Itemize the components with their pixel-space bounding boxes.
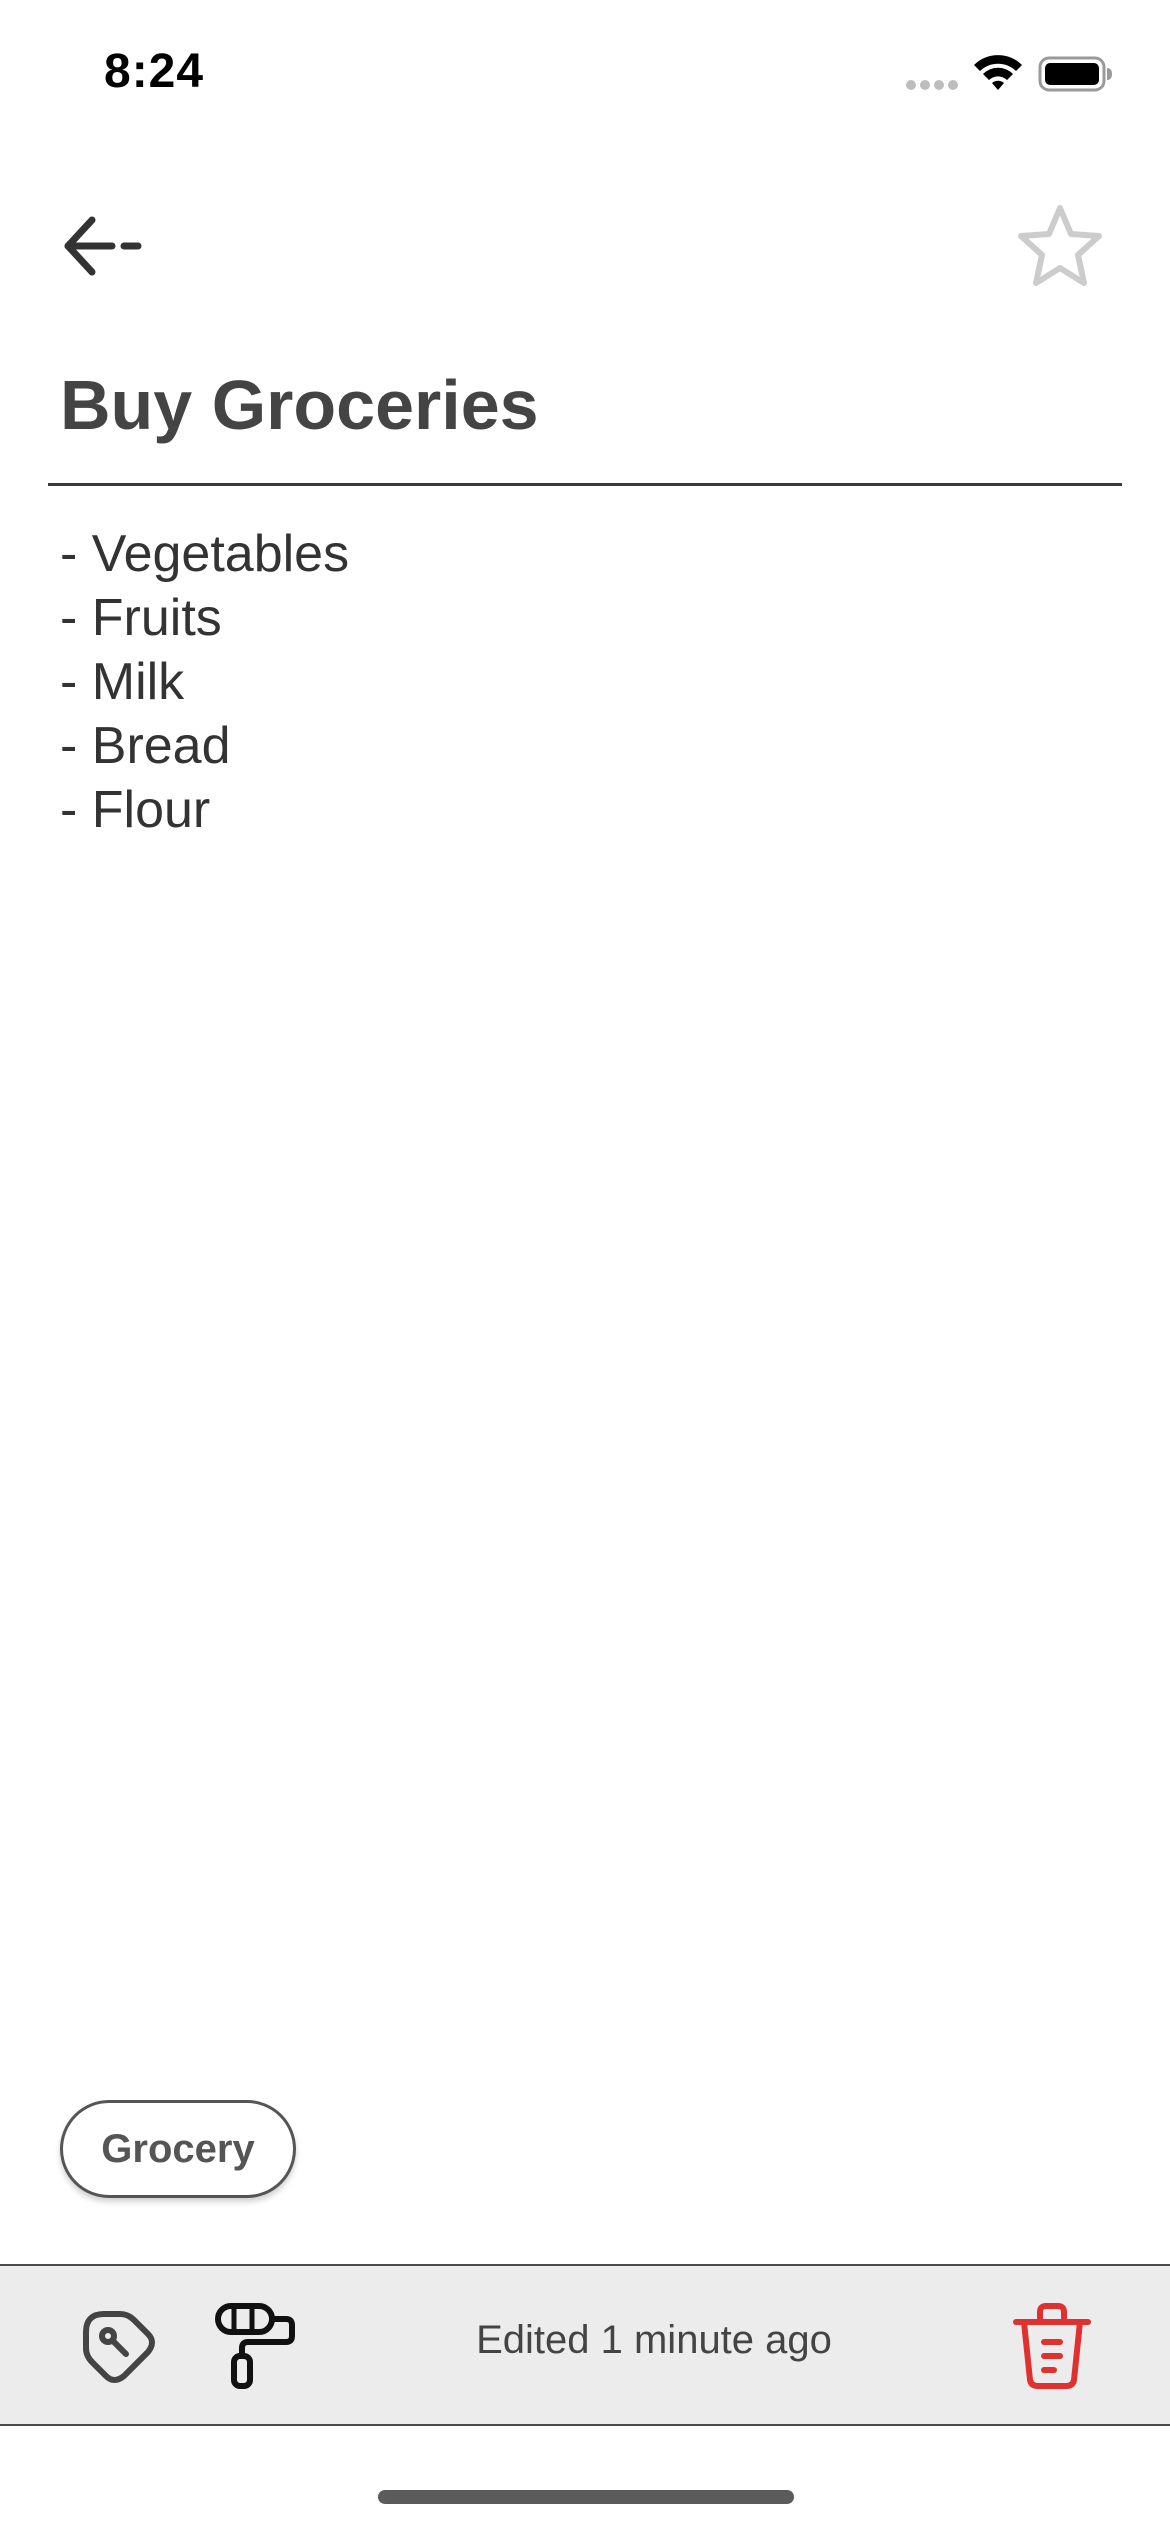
- note-line: - Fruits: [60, 589, 222, 647]
- delete-button[interactable]: [1010, 2300, 1094, 2392]
- tag-icon: [83, 2311, 155, 2383]
- trash-icon: [1013, 2303, 1091, 2389]
- color-button[interactable]: [212, 2300, 300, 2392]
- back-button[interactable]: [58, 206, 154, 286]
- bottom-toolbar: Edited 1 minute ago: [0, 2264, 1170, 2426]
- tag-button[interactable]: [76, 2304, 160, 2388]
- status-bar: 8:24: [0, 0, 1170, 150]
- arrow-left-icon: [64, 216, 142, 276]
- note-line: - Bread: [60, 717, 231, 775]
- cellular-signal-icon: [906, 80, 958, 90]
- note-body[interactable]: - Vegetables - Fruits - Milk - Bread - F…: [60, 522, 1110, 842]
- wifi-icon: [974, 55, 1022, 90]
- note-title[interactable]: Buy Groceries: [60, 360, 1110, 450]
- paint-roller-icon: [215, 2303, 295, 2389]
- battery-icon: [1038, 56, 1112, 92]
- favorite-button[interactable]: [1012, 200, 1108, 296]
- tag-chip-grocery[interactable]: Grocery: [60, 2100, 296, 2198]
- edited-status: Edited 1 minute ago: [476, 2318, 832, 2362]
- note-editor-screen: 8:24 Buy Groceries - Vegetables - Fruits…: [0, 0, 1170, 2532]
- status-time: 8:24: [104, 45, 205, 98]
- home-indicator[interactable]: [378, 2490, 794, 2504]
- note-line: - Vegetables: [60, 525, 350, 583]
- title-divider: [48, 483, 1122, 486]
- star-outline-icon: [1018, 205, 1102, 286]
- note-line: - Flour: [60, 781, 211, 839]
- note-line: - Milk: [60, 653, 185, 711]
